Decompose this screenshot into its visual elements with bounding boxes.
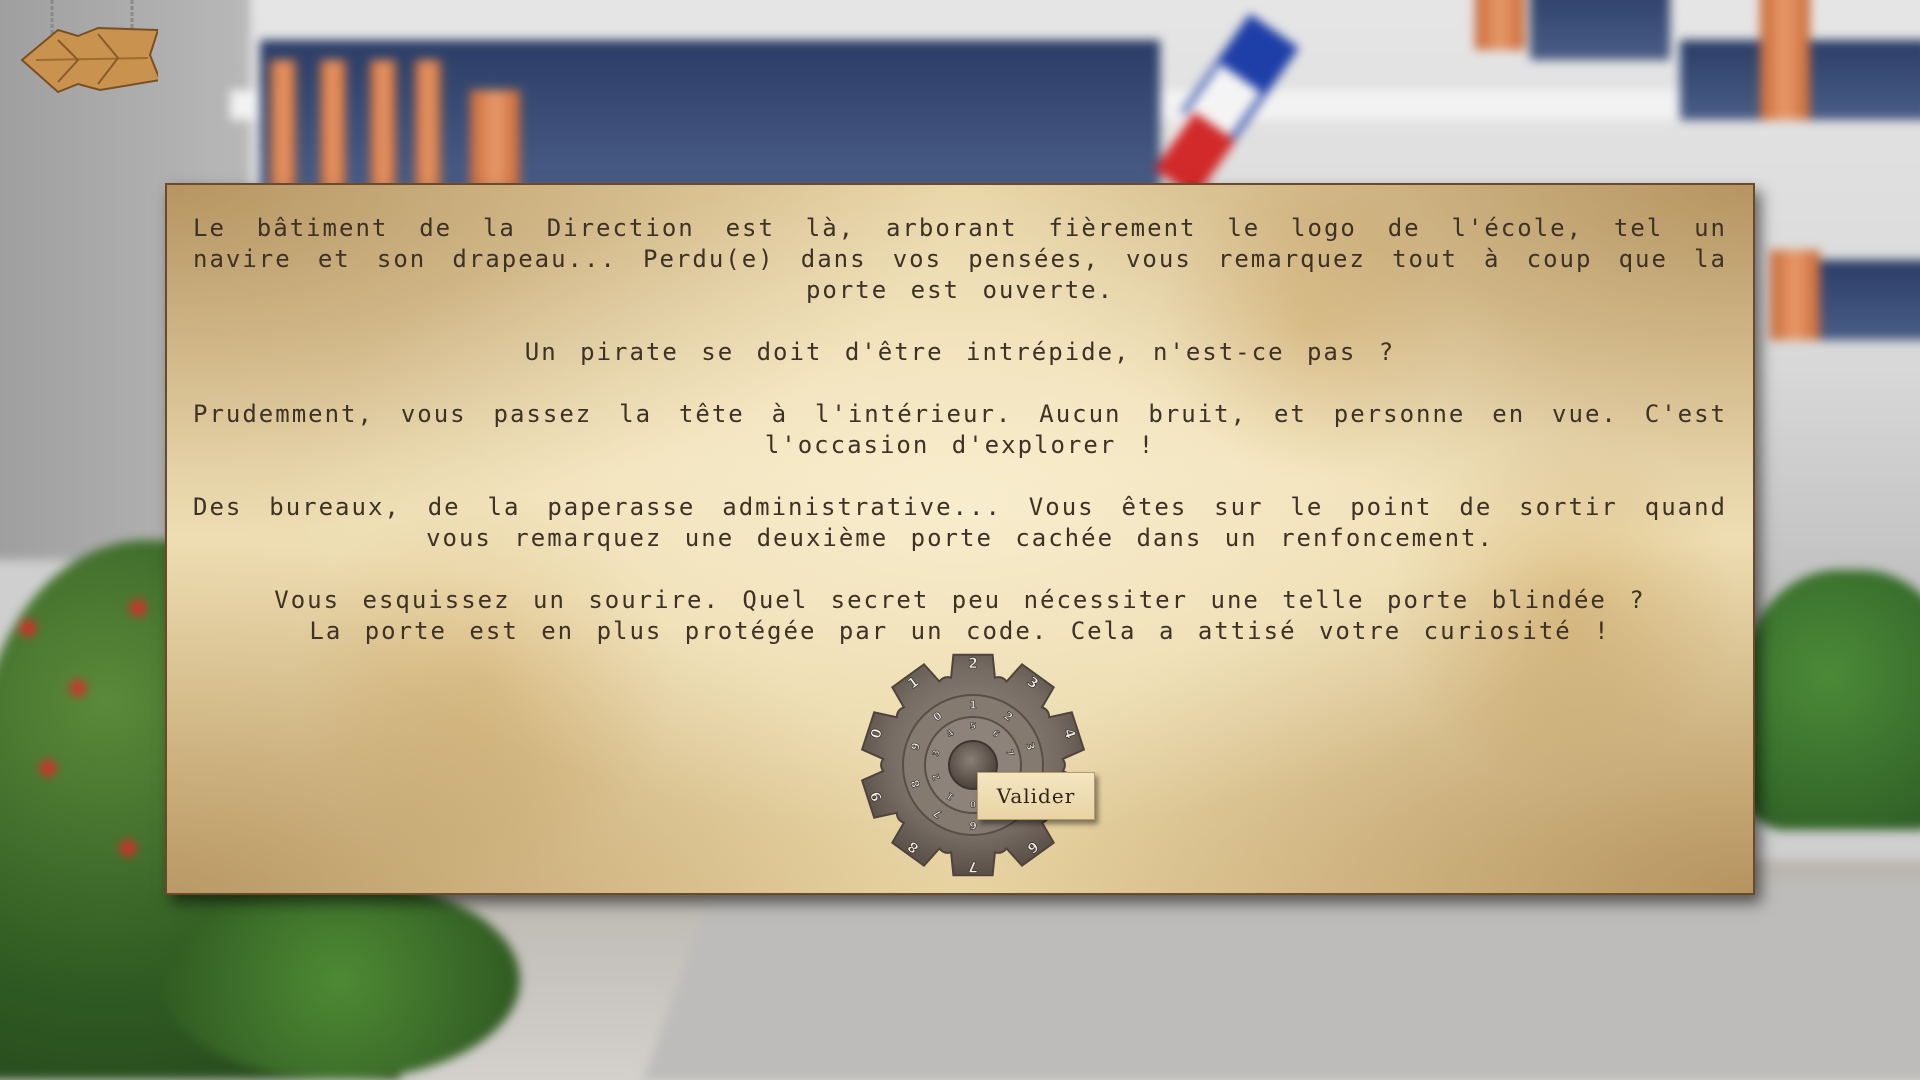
story-paragraph: Prudemment, vous passez la tête à l'inté…: [193, 400, 1727, 459]
inner-digit: 0: [970, 798, 976, 808]
validate-button[interactable]: Valider: [977, 772, 1095, 820]
story-paragraph: Vous esquissez un sourire. Quel secret p…: [274, 586, 1646, 614]
story-text: Le bâtiment de la Direction est là, arbo…: [193, 213, 1727, 647]
story-parchment: Le bâtiment de la Direction est là, arbo…: [165, 183, 1755, 895]
wooden-arrow-sign-icon: [20, 0, 162, 94]
outer-digit: 7: [968, 858, 978, 874]
story-paragraph: Des bureaux, de la paperasse administrat…: [193, 493, 1727, 552]
story-paragraph: La porte est en plus protégée par un cod…: [309, 617, 1611, 645]
code-wheel[interactable]: 234567890112345678905678901234: [853, 645, 1093, 885]
story-paragraph: Un pirate se doit d'être intrépide, n'es…: [524, 338, 1396, 366]
gear-code-wheel-icon: 234567890112345678905678901234: [860, 653, 1086, 877]
back-arrow-sign[interactable]: [18, 0, 162, 100]
middle-digit: 6: [969, 819, 977, 832]
middle-digit: 1: [969, 699, 977, 712]
inner-digit: 5: [970, 722, 976, 732]
story-paragraph: Le bâtiment de la Direction est là, arbo…: [193, 214, 1727, 304]
game-scene: Le bâtiment de la Direction est là, arbo…: [0, 0, 1920, 1080]
outer-digit: 2: [968, 656, 978, 672]
